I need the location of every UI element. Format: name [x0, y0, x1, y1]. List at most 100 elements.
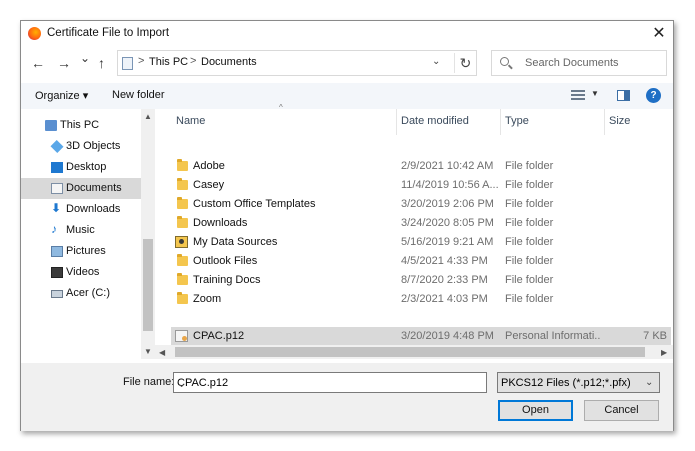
address-dropdown-icon[interactable]: ⌄	[432, 56, 440, 67]
sidebar-item-3d-objects[interactable]: 3D Objects	[21, 136, 141, 157]
file-row-training-docs[interactable]: Training Docs 8/7/2020 2:33 PM File fold…	[171, 271, 671, 290]
sidebar-item-this-pc[interactable]: This PC	[21, 115, 141, 136]
drive-icon	[51, 290, 63, 298]
file-type-filter-select[interactable]: PKCS12 Files (*.p12;*.pfx) ⌄	[497, 372, 660, 393]
sidebar-item-label: Acer (C:)	[66, 287, 110, 299]
view-options-icon[interactable]	[571, 90, 585, 102]
file-type: File folder	[505, 274, 554, 286]
chevron-down-icon[interactable]: ⌄	[645, 377, 653, 388]
file-row-custom-office-templates[interactable]: Custom Office Templates 3/20/2019 2:06 P…	[171, 195, 671, 214]
certificate-file-icon	[175, 330, 188, 342]
file-list-horizontal-scrollbar[interactable]: ◀ ▶	[155, 345, 673, 359]
close-button[interactable]: ✕	[649, 24, 669, 44]
sidebar-item-music[interactable]: ♪ Music	[21, 220, 141, 241]
file-list: ^ Name Date modified Type Size Adobe 2/9…	[171, 103, 673, 359]
folder-icon	[177, 178, 188, 190]
file-name: Training Docs	[193, 274, 261, 286]
file-row-my-data-sources[interactable]: My Data Sources 5/16/2019 9:21 AM File f…	[171, 233, 671, 252]
cancel-button[interactable]: Cancel	[584, 400, 659, 421]
sidebar-item-videos[interactable]: Videos	[21, 262, 141, 283]
firefox-logo-icon	[28, 27, 41, 40]
file-date: 11/4/2019 10:56 A...	[401, 179, 499, 191]
desktop-icon	[51, 162, 63, 173]
file-row-downloads[interactable]: Downloads 3/24/2020 8:05 PM File folder	[171, 214, 671, 233]
preview-pane-icon[interactable]	[617, 90, 630, 101]
pictures-icon	[51, 246, 63, 257]
breadcrumb-this-pc[interactable]: This PC	[149, 56, 188, 68]
up-folder-icon[interactable]: ↑	[98, 55, 105, 71]
column-header-name[interactable]: Name	[176, 115, 205, 127]
window-title: Certificate File to Import	[47, 27, 170, 39]
scroll-right-icon[interactable]: ▶	[661, 348, 667, 357]
file-name: Adobe	[193, 160, 225, 172]
datasource-folder-icon	[175, 236, 188, 248]
refresh-icon[interactable]: ↻	[454, 53, 476, 73]
sidebar-item-label: Documents	[66, 182, 122, 194]
organize-menu-button[interactable]: Organize ▾	[35, 89, 88, 102]
back-icon[interactable]: ←	[31, 55, 45, 71]
file-name-field[interactable]: CPAC.p12 ⌄	[173, 372, 487, 393]
view-dropdown-icon[interactable]: ▼	[591, 89, 599, 98]
file-type: File folder	[505, 217, 554, 229]
search-input[interactable]: Search Documents	[525, 57, 619, 69]
sidebar-item-label: Videos	[66, 266, 100, 278]
folder-icon	[177, 159, 188, 171]
sidebar-item-documents[interactable]: Documents	[21, 178, 141, 199]
scrollbar-thumb[interactable]	[143, 239, 153, 331]
scroll-left-icon[interactable]: ◀	[159, 348, 165, 357]
file-type: File folder	[505, 255, 554, 267]
sidebar-item-label: 3D Objects	[66, 140, 121, 152]
file-date: 3/20/2019 4:48 PM	[401, 330, 494, 342]
folder-icon	[177, 216, 188, 228]
location-icon	[122, 57, 133, 70]
file-date: 2/3/2021 4:03 PM	[401, 293, 488, 305]
file-row-zoom[interactable]: Zoom 2/3/2021 4:03 PM File folder	[171, 290, 671, 309]
sidebar-item-label: Pictures	[66, 245, 106, 257]
sidebar-item-label: Desktop	[66, 161, 107, 173]
file-name: My Data Sources	[193, 236, 278, 248]
scroll-up-icon[interactable]: ▲	[144, 112, 152, 121]
forward-icon[interactable]: →	[57, 55, 71, 71]
navigation-scrollbar[interactable]: ▲ ▼	[141, 109, 155, 359]
file-row-outlook-files[interactable]: Outlook Files 4/5/2021 4:33 PM File fold…	[171, 252, 671, 271]
breadcrumb-documents[interactable]: Documents	[201, 56, 257, 68]
file-date: 8/7/2020 2:33 PM	[401, 274, 488, 286]
new-folder-button[interactable]: New folder	[112, 89, 165, 101]
file-type: Personal Informati...	[505, 330, 601, 342]
folder-icon	[177, 197, 188, 209]
open-button[interactable]: Open	[498, 400, 573, 421]
videos-icon	[51, 267, 63, 278]
search-box[interactable]: Search Documents	[491, 50, 667, 76]
sidebar-item-downloads[interactable]: ⬇ Downloads	[21, 199, 141, 220]
dialog-window: Certificate File to Import ✕ ← → ⌄ ↑ > T…	[20, 20, 674, 431]
breadcrumb-separator-icon: >	[190, 55, 197, 67]
file-date: 3/24/2020 8:05 PM	[401, 217, 494, 229]
file-row-adobe[interactable]: Adobe 2/9/2021 10:42 AM File folder	[171, 157, 671, 176]
file-date: 2/9/2021 10:42 AM	[401, 160, 494, 172]
command-bar: Organize ▾ New folder ▼ ?	[21, 83, 673, 109]
file-name: Outlook Files	[193, 255, 258, 267]
column-header-size[interactable]: Size	[609, 115, 630, 127]
file-date: 4/5/2021 4:33 PM	[401, 255, 488, 267]
file-row-casey[interactable]: Casey 11/4/2019 10:56 A... File folder	[171, 176, 671, 195]
sort-ascending-icon: ^	[279, 103, 283, 112]
sidebar-item-acer-c[interactable]: Acer (C:)	[21, 283, 141, 304]
address-bar[interactable]: > This PC > Documents ⌄ ↻	[117, 50, 477, 76]
search-icon	[500, 57, 509, 66]
file-name-dropdown-icon[interactable]: ⌄	[177, 377, 186, 390]
recent-locations-icon[interactable]: ⌄	[80, 51, 90, 65]
file-type: File folder	[505, 293, 554, 305]
download-icon: ⬇	[51, 201, 62, 215]
column-header-date[interactable]: Date modified	[401, 115, 469, 127]
scrollbar-thumb[interactable]	[175, 347, 645, 357]
file-row-cpac-p12[interactable]: CPAC.p12 3/20/2019 4:48 PM Personal Info…	[171, 327, 671, 346]
documents-icon	[51, 183, 63, 194]
sidebar-item-desktop[interactable]: Desktop	[21, 157, 141, 178]
file-type: File folder	[505, 198, 554, 210]
dialog-footer: File name: CPAC.p12 ⌄ PKCS12 Files (*.p1…	[21, 363, 673, 431]
sidebar-item-pictures[interactable]: Pictures	[21, 241, 141, 262]
column-header-type[interactable]: Type	[505, 115, 529, 127]
scroll-down-icon[interactable]: ▼	[144, 347, 152, 356]
file-type-filter-value: PKCS12 Files (*.p12;*.pfx)	[501, 377, 631, 389]
help-icon[interactable]: ?	[646, 88, 661, 103]
